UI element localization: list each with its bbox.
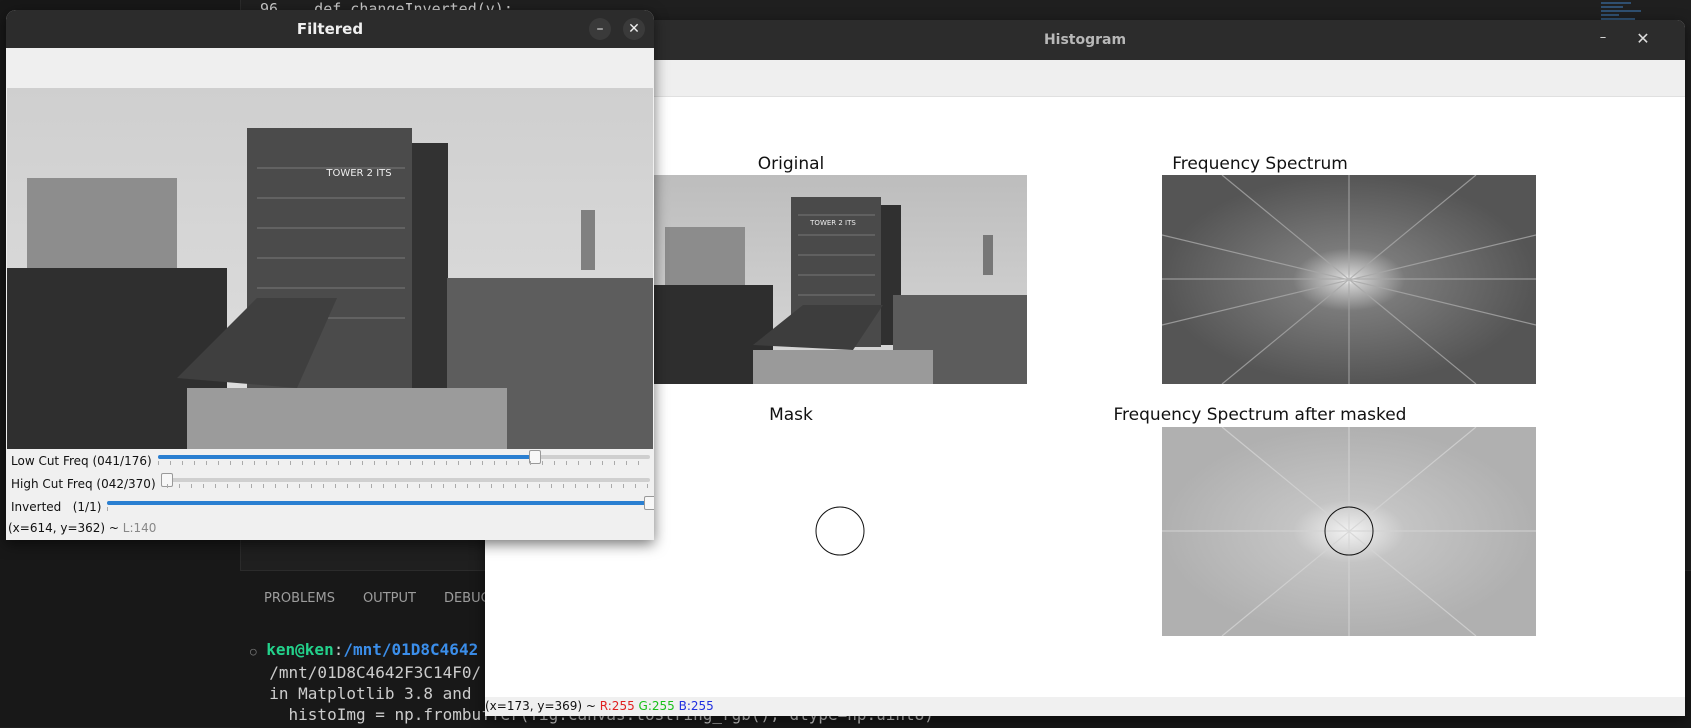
close-button[interactable]: ✕ — [623, 18, 645, 40]
minimize-button[interactable]: – — [1593, 30, 1613, 50]
minimize-button[interactable]: – — [589, 18, 611, 40]
status-level: L:140 — [122, 521, 157, 535]
histogram-status-bar: (x=173, y=369) ~ R:255 G:255 B:255 — [485, 697, 1685, 716]
close-button[interactable]: ✕ — [1633, 29, 1653, 49]
terminal-user: ken@ken — [266, 640, 334, 659]
tab-debug[interactable]: DEBUC — [444, 591, 490, 606]
status-coords: (x=614, y=362) ~ — [8, 521, 123, 535]
histogram-window: Histogram – ✕ Original TOWER 2 ITS Frequ… — [485, 20, 1685, 716]
masked-spectrum-image — [1162, 427, 1536, 636]
status-red: R:255 — [599, 699, 635, 713]
mask-image — [653, 427, 1027, 636]
terminal-line: in Matplotlib 3.8 and — [269, 684, 472, 703]
building-sign: TOWER 2 ITS — [325, 168, 391, 179]
trackbar-inverted: Inverted (1/1) — [6, 496, 654, 519]
terminal-line: /mnt/01D8C4642F3C14F0/ — [269, 663, 482, 682]
trackbar-track[interactable] — [161, 473, 650, 487]
trackbar-fill — [107, 501, 650, 505]
filtered-status-bar: (x=614, y=362) ~ L:140 — [8, 521, 156, 535]
trackbar-ticks — [167, 484, 650, 488]
trackbar-ticks — [107, 507, 109, 511]
trackbar-track[interactable] — [158, 450, 650, 464]
histogram-titlebar[interactable]: Histogram — [485, 20, 1685, 60]
trackbar-label: Inverted (1/1) — [11, 500, 102, 514]
panel-title-spectrum: Frequency Spectrum — [1172, 154, 1348, 174]
frequency-spectrum-image — [1162, 175, 1536, 384]
window-title: Histogram — [1043, 32, 1127, 48]
trackbar-fill — [158, 455, 536, 459]
trackbar-track[interactable] — [107, 496, 654, 510]
trackbar-ticks — [158, 461, 650, 465]
terminal-status-icon: ○ — [250, 645, 257, 658]
status-coords: (x=173, y=369) ~ — [485, 699, 600, 713]
filtered-image[interactable]: TOWER 2 ITS — [7, 88, 653, 449]
trackbar-low-cut: Low Cut Freq (041/176) — [6, 450, 654, 473]
trackbar-high-cut: High Cut Freq (042/370) — [6, 473, 654, 496]
original-image: TOWER 2 ITS — [653, 175, 1027, 384]
filtered-window: Filtered – ✕ TOWER 2 ITS Low Cut Freq (0… — [6, 10, 654, 540]
trackbar-label: Low Cut Freq (041/176) — [11, 454, 152, 468]
building-sign: TOWER 2 ITS — [809, 219, 856, 227]
window-title: Filtered — [296, 20, 364, 38]
panel-tabs: PROBLEMS OUTPUT DEBUC — [264, 591, 490, 606]
filtered-titlebar[interactable]: Filtered — [6, 10, 654, 48]
trackbar-label: High Cut Freq (042/370) — [11, 477, 156, 491]
terminal-separator: : — [333, 640, 344, 659]
histogram-toolbar — [485, 60, 1685, 97]
trackbar-handle[interactable] — [644, 496, 654, 510]
tab-problems[interactable]: PROBLEMS — [264, 591, 335, 606]
histogram-canvas[interactable]: Original TOWER 2 ITS Frequency Spectrum — [485, 97, 1685, 697]
panel-title-masked-spectrum: Frequency Spectrum after masked — [1113, 405, 1407, 425]
status-green: G:255 — [638, 699, 675, 713]
terminal-path: /mnt/01D8C4642 — [343, 640, 479, 659]
status-blue: B:255 — [678, 699, 714, 713]
filtered-toolbar — [6, 48, 654, 88]
tab-output[interactable]: OUTPUT — [363, 591, 416, 606]
